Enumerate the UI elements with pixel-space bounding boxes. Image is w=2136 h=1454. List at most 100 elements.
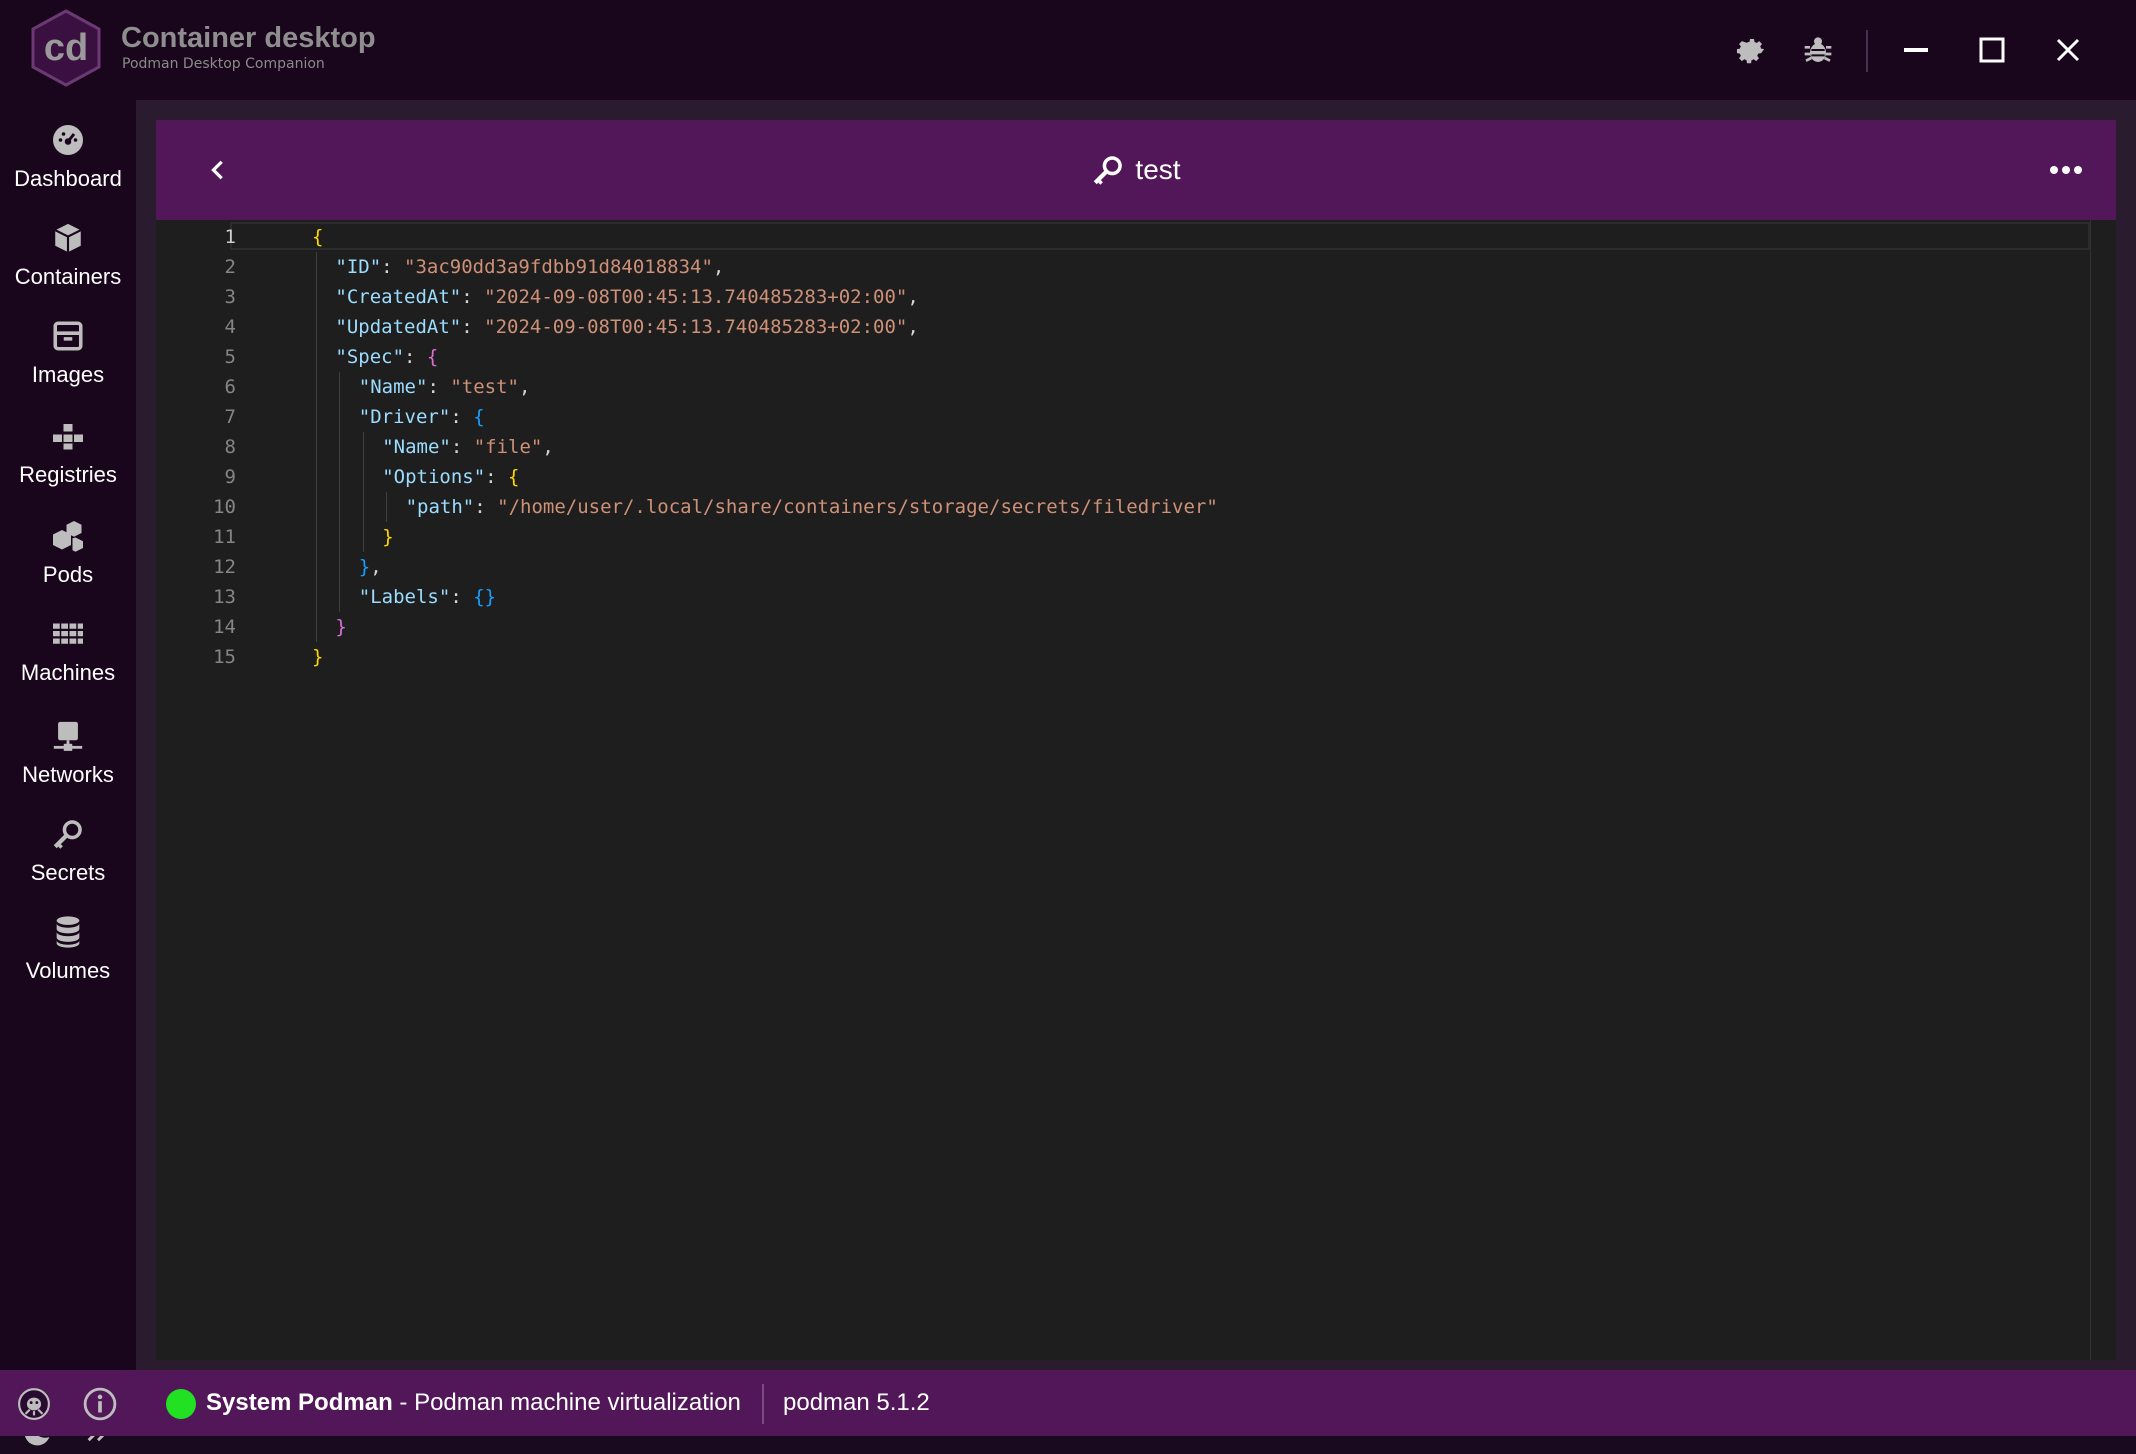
code-token: , [518, 376, 531, 398]
podman-logo-button[interactable] [12, 1382, 56, 1426]
code-line[interactable]: 5 "Spec": { [156, 342, 2056, 372]
code-token: "Driver" [358, 406, 451, 428]
code-line[interactable]: 11} [156, 522, 2056, 552]
engine-description: - Podman machine virtualization [392, 1389, 741, 1416]
json-editor[interactable]: 1{ 2 "ID": "3ac90dd3a9fdbb91d84018834", 3 "C… [156, 220, 2116, 1360]
code-line[interactable]: 1{ [156, 222, 2056, 252]
code-text: }, [359, 552, 382, 582]
indent-guide [386, 492, 388, 522]
code-token: } [335, 616, 347, 638]
line-number: 10 [213, 496, 236, 518]
code-token: : [461, 286, 485, 308]
sidebar-item-label: Volumes [25, 958, 111, 983]
code-token: : [450, 406, 474, 428]
code-line[interactable]: 2 "ID": "3ac90dd3a9fdbb91d84018834", [156, 252, 2056, 282]
code-token: "Spec" [335, 346, 405, 368]
code-token: : [427, 376, 451, 398]
code-token: "UpdatedAt" [335, 316, 462, 338]
code-token: } [382, 526, 394, 548]
editor-scrollbar[interactable] [2090, 220, 2091, 1360]
code-text: { [312, 222, 323, 252]
indent-guide [316, 522, 317, 552]
engine-name: System Podman [206, 1389, 393, 1416]
sidebar-item-label: Pods [42, 562, 94, 587]
code-token: : [450, 436, 474, 458]
code-token: "path" [405, 496, 475, 518]
code-token: "2024-09-08T00:45:13.740485283+02:00" [484, 286, 908, 308]
engine-status-indicator [166, 1389, 196, 1419]
code-line[interactable]: 10 "path": "/home/user/.local/share/conta… [156, 492, 2056, 522]
info-icon [83, 1387, 117, 1421]
code-line[interactable]: 6 "Name": "test", [156, 372, 2056, 402]
code-token: "Labels" [358, 586, 451, 608]
code-token: "3ac90dd3a9fdbb91d84018834" [404, 256, 713, 278]
engine-version: podman 5.1.2 [783, 1389, 930, 1416]
close-button[interactable] [2044, 26, 2092, 74]
sidebar-item-images[interactable]: Images [0, 316, 136, 412]
statusbar-divider [762, 1384, 764, 1424]
grid-icon [53, 623, 83, 644]
line-number: 2 [224, 256, 236, 278]
page-title-text: test [1135, 154, 1181, 185]
line-number: 3 [224, 286, 236, 308]
line-number: 11 [213, 526, 236, 548]
code-text: } [312, 642, 323, 672]
sidebar-item-pods[interactable]: Pods [0, 516, 136, 612]
code-token: , [712, 256, 725, 278]
code-line[interactable]: 12}, [156, 552, 2056, 582]
debug-button[interactable] [1794, 26, 1842, 74]
info-button[interactable] [78, 1382, 122, 1426]
sidebar-item-label: Machines [20, 660, 116, 685]
code-token: : [450, 586, 474, 608]
code-token: , [370, 556, 382, 578]
code-line[interactable]: 13 "Labels": {} [156, 582, 2056, 612]
indent-guide [362, 462, 364, 492]
sidebar-item-label: Dashboard [14, 166, 122, 191]
code-line[interactable]: 8 "Name": "file", [156, 432, 2056, 462]
code-line[interactable]: 14} [156, 612, 2056, 642]
pods-icon [53, 521, 83, 552]
code-line[interactable]: 7 "Driver": { [156, 402, 2056, 432]
indent-guide [316, 552, 317, 582]
indent-guide [339, 402, 341, 432]
code-text: "Spec": { [335, 342, 438, 372]
code-line[interactable]: 15} [156, 642, 2056, 672]
sidebar-item-dashboard[interactable]: Dashboard [0, 120, 136, 216]
registry-icon [53, 424, 83, 450]
sidebar-item-label: Networks [22, 762, 114, 787]
line-number: 4 [224, 316, 236, 338]
indent-guide [316, 282, 317, 312]
settings-button[interactable] [1726, 26, 1774, 74]
sidebar-item-registries[interactable]: Registries [0, 416, 136, 512]
more-options-button[interactable] [2042, 150, 2090, 190]
code-line[interactable]: 9 "Options": { [156, 462, 2056, 492]
sidebar-item-secrets[interactable]: Secrets [0, 814, 136, 910]
gear-icon [1736, 39, 1765, 64]
code-token: } [358, 556, 371, 578]
maximize-button[interactable] [1968, 26, 2016, 74]
database-icon [56, 916, 80, 948]
dashboard-icon [53, 125, 83, 155]
code-text: "Name": "file", [382, 432, 554, 462]
indent-guide [316, 372, 317, 402]
code-text: "ID": "3ac90dd3a9fdbb91d84018834", [335, 252, 724, 282]
sidebar-item-label: Secrets [30, 860, 106, 885]
code-token: , [907, 316, 919, 338]
sidebar-item-label: Containers [14, 264, 122, 289]
code-text: "Options": { [382, 462, 519, 492]
line-number: 9 [224, 466, 236, 488]
code-line[interactable]: 4 "UpdatedAt": "2024-09-08T00:45:13.74048… [156, 312, 2056, 342]
sidebar-item-networks[interactable]: Networks [0, 716, 136, 812]
indent-guide [316, 312, 317, 342]
key-icon [53, 820, 82, 849]
indent-guide [362, 492, 364, 522]
minimize-button[interactable] [1892, 26, 1940, 74]
code-token: "Name" [382, 436, 451, 458]
indent-guide [362, 432, 364, 462]
sidebar-item-containers[interactable]: Containers [0, 218, 136, 314]
code-token: { [312, 226, 324, 248]
titlebar-divider [1866, 30, 1868, 72]
sidebar-item-machines[interactable]: Machines [0, 614, 136, 710]
code-line[interactable]: 3 "CreatedAt": "2024-09-08T00:45:13.74048… [156, 282, 2056, 312]
sidebar-item-volumes[interactable]: Volumes [0, 912, 136, 1008]
